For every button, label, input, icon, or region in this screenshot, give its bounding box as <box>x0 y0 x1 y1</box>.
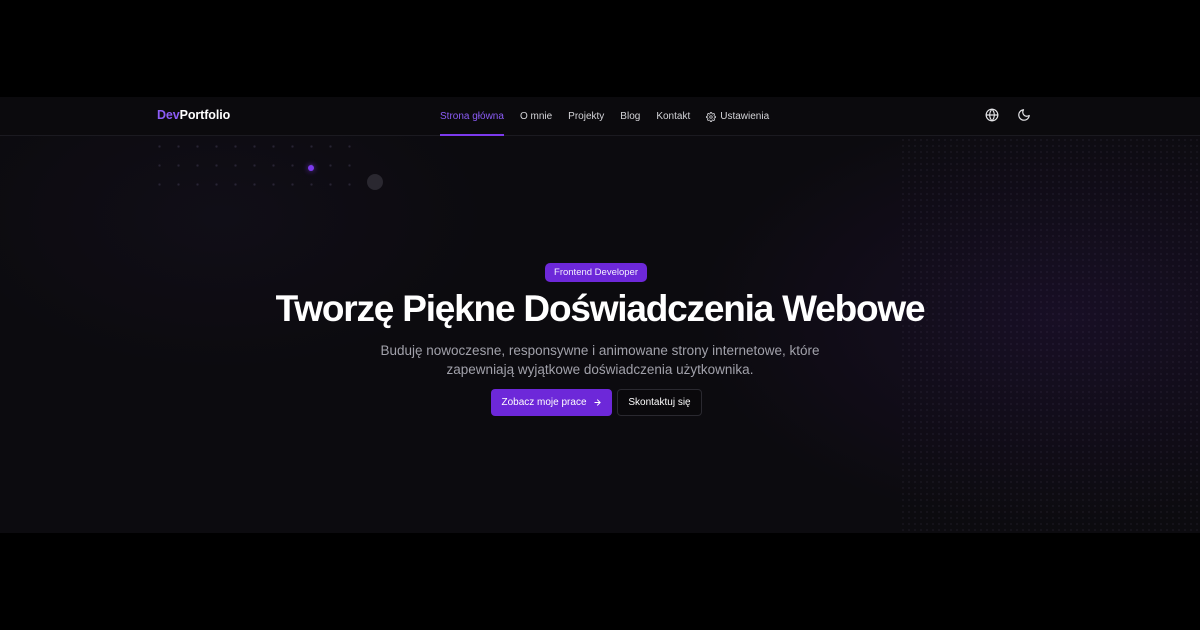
nav-item-contact[interactable]: Kontakt <box>656 97 690 136</box>
view-work-button[interactable]: Zobacz moje prace <box>491 389 612 416</box>
hero-subtitle-line: zapewniają wyjątkowe doświadczenia użytk… <box>446 362 754 377</box>
main-nav: Strona główna O mnie Projekty Blog Konta… <box>440 97 785 136</box>
dot-grid-decoration <box>150 137 360 197</box>
site-logo[interactable]: DevPortfolio <box>157 108 230 122</box>
nav-item-blog[interactable]: Blog <box>620 97 640 136</box>
hero-title: Tworzę Piękne Doświadczenia Webowe <box>275 288 926 329</box>
nav-item-label: Ustawienia <box>720 111 770 122</box>
contact-button[interactable]: Skontaktuj się <box>617 389 702 416</box>
nav-item-label: Projekty <box>568 111 605 122</box>
hero-subtitle-line: Buduję nowoczesne, responsywne i animowa… <box>380 343 820 358</box>
language-button[interactable] <box>985 108 999 122</box>
role-badge: Frontend Developer <box>545 263 647 282</box>
nav-item-label: Kontakt <box>656 111 691 122</box>
view-work-label: Zobacz moje prace <box>501 397 587 408</box>
logo-accent: Dev <box>157 108 180 122</box>
globe-icon <box>985 108 999 122</box>
hero-subtitle: Buduję nowoczesne, responsywne i animowa… <box>330 341 870 379</box>
nav-item-settings[interactable]: Ustawienia <box>706 97 769 136</box>
floating-circle-decoration <box>367 174 383 190</box>
floating-dot-decoration <box>308 165 314 171</box>
contact-label: Skontaktuj się <box>628 397 691 408</box>
nav-item-label: Blog <box>620 111 641 122</box>
dot-pattern-decoration <box>900 137 1200 533</box>
arrow-right-icon <box>593 399 601 406</box>
site-header: DevPortfolio Strona główna O mnie Projek… <box>0 97 1200 136</box>
page-viewport: DevPortfolio Strona główna O mnie Projek… <box>0 97 1200 533</box>
nav-item-label: Strona główna <box>440 111 504 122</box>
nav-item-about[interactable]: O mnie <box>520 97 552 136</box>
logo-text: Portfolio <box>179 108 231 122</box>
moon-icon <box>1018 109 1030 121</box>
theme-toggle-button[interactable] <box>1017 108 1031 122</box>
nav-item-projects[interactable]: Projekty <box>568 97 604 136</box>
gear-icon <box>706 111 717 122</box>
nav-item-label: O mnie <box>519 111 553 122</box>
nav-item-home[interactable]: Strona główna <box>440 97 504 136</box>
